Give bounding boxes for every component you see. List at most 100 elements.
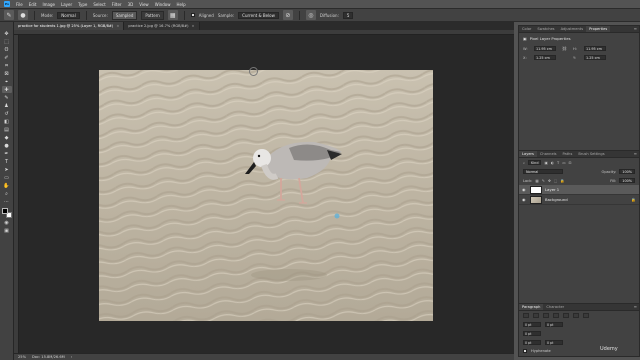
foreground-color-swatch[interactable] xyxy=(1,208,8,214)
eyedropper-tool-icon[interactable]: ⌖ xyxy=(2,78,12,85)
tab-layers[interactable]: Layers xyxy=(519,151,537,157)
filter-type-icon[interactable]: T xyxy=(557,161,559,165)
panel-menu-icon[interactable]: ≡ xyxy=(632,304,639,310)
eraser-tool-icon[interactable]: ◧ xyxy=(2,118,12,125)
tab-brush-settings[interactable]: Brush Settings xyxy=(575,151,607,157)
panel-menu-icon[interactable]: ≡ xyxy=(632,26,639,32)
more-tools-icon[interactable]: ⋯ xyxy=(2,198,12,205)
history-brush-tool-icon[interactable]: ↺ xyxy=(2,110,12,117)
menu-image[interactable]: Image xyxy=(42,2,55,7)
menu-filter[interactable]: Filter xyxy=(112,2,122,7)
pattern-picker-icon[interactable]: ▦ xyxy=(167,10,178,20)
filter-smart-object-icon[interactable]: ⊡ xyxy=(569,161,572,165)
lock-artboard-icon[interactable]: ⬚ xyxy=(554,179,557,183)
type-tool-icon[interactable]: T xyxy=(2,158,12,165)
aligned-checkbox[interactable] xyxy=(190,13,195,17)
justify-last-left-button[interactable] xyxy=(553,313,559,318)
source-sampled-button[interactable]: Sampled xyxy=(111,10,138,20)
quick-mask-icon[interactable]: ◉ xyxy=(2,219,12,226)
filter-shape-icon[interactable]: ▭ xyxy=(562,161,565,165)
indent-left-field[interactable]: 0 pt xyxy=(523,322,541,327)
pen-tool-icon[interactable]: ✒ xyxy=(2,150,12,157)
filter-pixel-icon[interactable]: ▣ xyxy=(544,161,547,165)
lock-position-icon[interactable]: ✥ xyxy=(548,179,551,183)
filter-adjustment-icon[interactable]: ◐ xyxy=(551,161,554,165)
justify-all-button[interactable] xyxy=(583,313,589,318)
fill-field[interactable]: 100% xyxy=(619,178,635,183)
align-center-button[interactable] xyxy=(533,313,539,318)
gradient-tool-icon[interactable]: ▤ xyxy=(2,126,12,133)
color-swatches[interactable] xyxy=(1,208,12,218)
visibility-eye-icon[interactable]: ◉ xyxy=(522,187,527,192)
lasso-tool-icon[interactable]: ʘ xyxy=(2,46,12,53)
tab-adjustments[interactable]: Adjustments xyxy=(558,26,587,32)
align-right-button[interactable] xyxy=(543,313,549,318)
menu-select[interactable]: Select xyxy=(93,2,105,7)
menu-type[interactable]: Type xyxy=(78,2,87,7)
mode-select[interactable]: Normal xyxy=(57,11,80,19)
link-icon[interactable]: ⛓ xyxy=(562,46,567,51)
space-before-field[interactable]: 0 pt xyxy=(523,340,541,345)
lock-transparency-icon[interactable]: ▦ xyxy=(535,179,538,183)
menu-3d[interactable]: 3D xyxy=(128,2,134,7)
visibility-eye-icon[interactable]: ◉ xyxy=(522,197,527,202)
dodge-tool-icon[interactable]: ● xyxy=(2,142,12,149)
indent-right-field[interactable]: 0 pt xyxy=(545,322,563,327)
menu-window[interactable]: Window xyxy=(155,2,171,7)
brush-tool-icon[interactable]: ✎ xyxy=(2,94,12,101)
indent-first-line-field[interactable]: 0 pt xyxy=(523,331,541,336)
clone-stamp-tool-icon[interactable]: ♟ xyxy=(2,102,12,109)
align-left-button[interactable] xyxy=(523,313,529,318)
hyphenate-checkbox[interactable] xyxy=(523,349,527,353)
opacity-field[interactable]: 100% xyxy=(619,169,635,174)
tab-swatches[interactable]: Swatches xyxy=(534,26,557,32)
crop-tool-icon[interactable]: ⌗ xyxy=(2,62,12,69)
shape-tool-icon[interactable]: ▭ xyxy=(2,174,12,181)
tab-properties[interactable]: Properties xyxy=(586,26,611,32)
lock-pixels-icon[interactable]: ✎ xyxy=(542,179,545,183)
x-field[interactable]: 1.25 cm xyxy=(534,55,556,60)
quick-select-tool-icon[interactable]: ✐ xyxy=(2,54,12,61)
document-size[interactable]: Doc: 15.8M/26.6M xyxy=(32,355,65,359)
tab-paragraph[interactable]: Paragraph xyxy=(519,304,544,310)
menu-file[interactable]: File xyxy=(16,2,23,7)
sample-select[interactable]: Current & Below xyxy=(238,11,279,19)
layer-row-background[interactable]: ◉ Background 🔒 xyxy=(519,195,639,205)
brush-preset-picker-icon[interactable]: ● xyxy=(18,10,28,20)
close-icon[interactable]: × xyxy=(192,24,195,28)
blend-mode-select[interactable]: Normal xyxy=(523,169,563,174)
height-field[interactable]: 11.95 cm xyxy=(584,46,606,51)
pressure-size-icon[interactable]: ◎ xyxy=(305,10,316,20)
screen-mode-icon[interactable]: ▣ xyxy=(2,227,12,234)
justify-last-center-button[interactable] xyxy=(563,313,569,318)
menu-help[interactable]: Help xyxy=(176,2,185,7)
document-canvas[interactable] xyxy=(99,70,433,321)
spot-healing-brush-icon[interactable]: ✎ xyxy=(4,10,14,20)
diffusion-value[interactable]: 5 xyxy=(342,11,354,19)
blur-tool-icon[interactable]: ◆ xyxy=(2,134,12,141)
y-field[interactable]: 1.25 cm xyxy=(584,55,606,60)
space-after-field[interactable]: 0 pt xyxy=(545,340,563,345)
canvas-workspace[interactable] xyxy=(19,35,514,353)
layer-row-layer-1[interactable]: ◉ Layer 1 xyxy=(519,185,639,195)
tab-color[interactable]: Color xyxy=(519,26,534,32)
panel-menu-icon[interactable]: ≡ xyxy=(632,151,639,157)
justify-last-right-button[interactable] xyxy=(573,313,579,318)
ignore-adjustment-layers-icon[interactable]: ⊘ xyxy=(282,10,293,20)
lock-all-icon[interactable]: 🔒 xyxy=(560,179,564,183)
menu-edit[interactable]: Edit xyxy=(29,2,37,7)
frame-tool-icon[interactable]: ⊠ xyxy=(2,70,12,77)
width-field[interactable]: 11.95 cm xyxy=(534,46,556,51)
tab-paths[interactable]: Paths xyxy=(560,151,576,157)
tab-channels[interactable]: Channels xyxy=(537,151,560,157)
kind-filter-select[interactable]: Kind xyxy=(528,160,542,165)
spot-healing-tool-icon[interactable]: ✚ xyxy=(1,86,12,93)
document-tab-active[interactable]: practice for students 1.jpg @ 25% (Layer… xyxy=(14,22,125,30)
move-tool-icon[interactable]: ✥ xyxy=(2,30,12,37)
tab-character[interactable]: Character xyxy=(543,304,567,310)
zoom-level[interactable]: 25% xyxy=(18,355,26,359)
source-pattern-button[interactable]: Pattern xyxy=(141,10,164,20)
document-tab[interactable]: practice 2.jpg @ 16.7% (RGB/8#) × xyxy=(124,22,200,30)
close-icon[interactable]: × xyxy=(116,24,119,28)
menu-layer[interactable]: Layer xyxy=(61,2,72,7)
